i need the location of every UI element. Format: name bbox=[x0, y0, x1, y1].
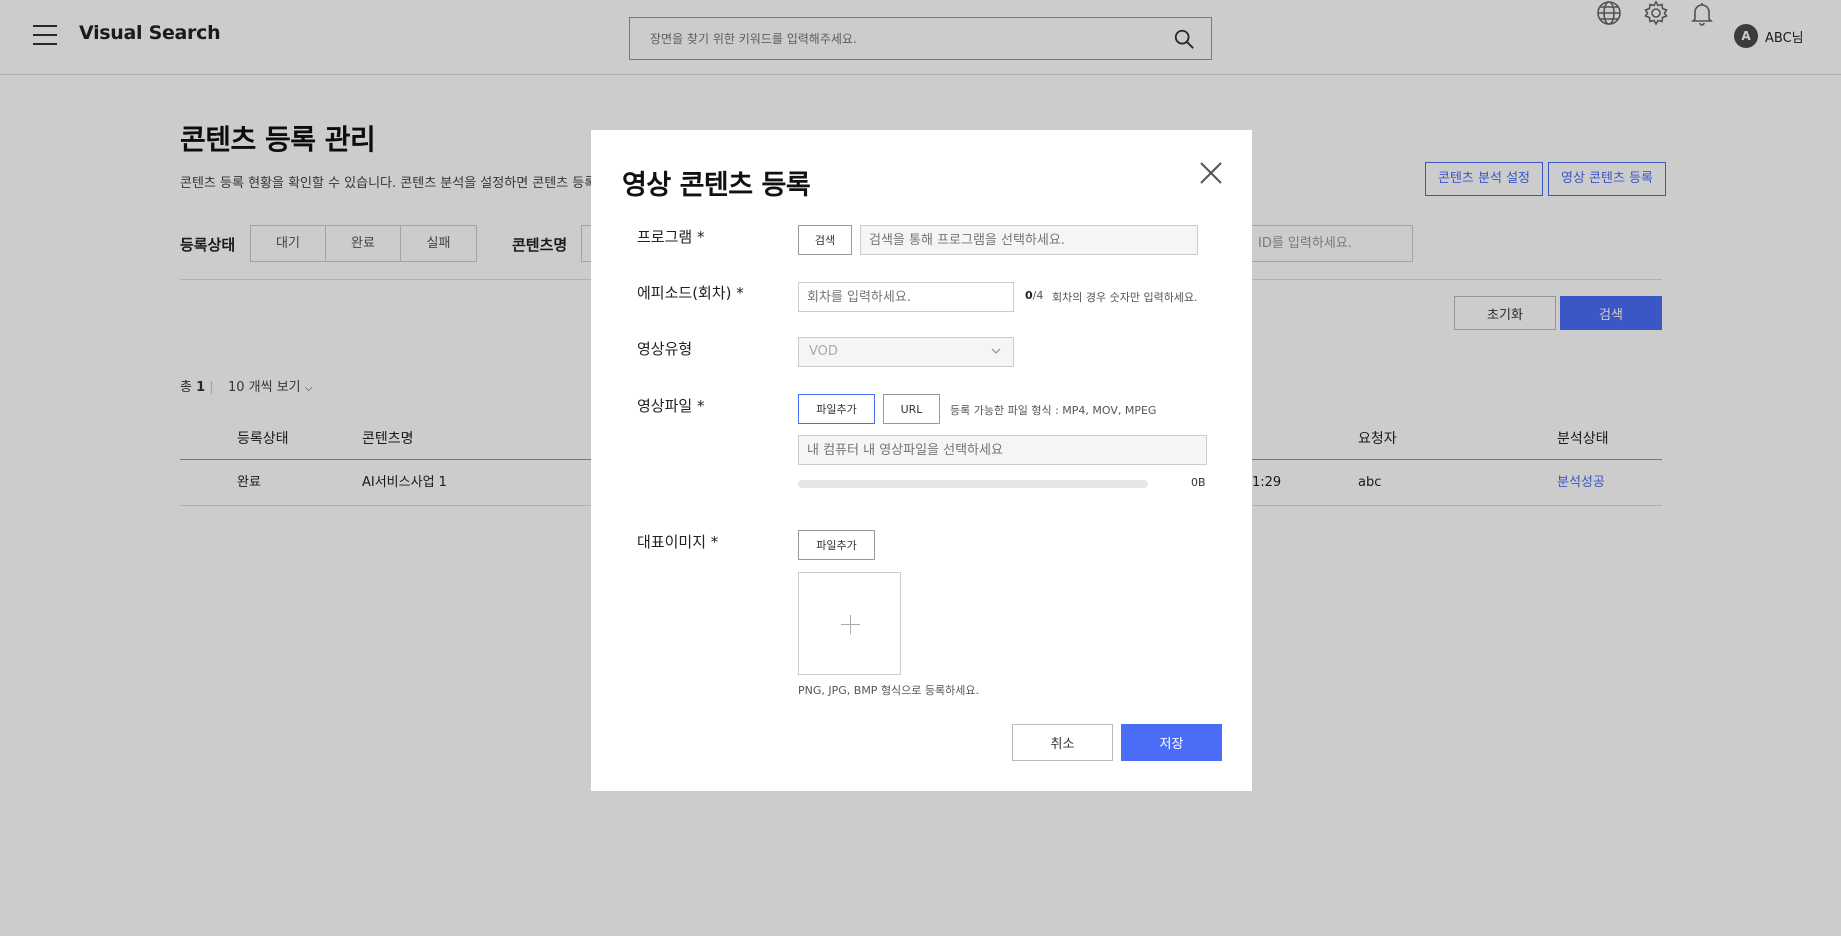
upload-progress-bar bbox=[798, 480, 1148, 488]
chevron-down-icon bbox=[991, 348, 1001, 354]
program-input[interactable] bbox=[860, 225, 1198, 255]
episode-char-counter: 0/4 bbox=[1025, 289, 1043, 302]
program-label: 프로그램 * bbox=[637, 228, 705, 246]
video-type-value: VOD bbox=[809, 344, 838, 359]
thumbnail-label: 대표이미지 * bbox=[637, 533, 719, 551]
register-video-modal: 영상 콘텐츠 등록 프로그램 * 검색 에피소드(회차) * 0/4 회차의 경… bbox=[591, 130, 1252, 791]
save-button[interactable]: 저장 bbox=[1121, 724, 1222, 761]
close-icon[interactable] bbox=[1198, 160, 1224, 186]
modal-title: 영상 콘텐츠 등록 bbox=[622, 170, 811, 201]
episode-hint: 회차의 경우 숫자만 입력하세요. bbox=[1052, 291, 1198, 304]
cancel-button[interactable]: 취소 bbox=[1012, 724, 1113, 761]
video-type-label: 영상유형 bbox=[637, 340, 693, 358]
thumbnail-formats-hint: PNG, JPG, BMP 형식으로 등록하세요. bbox=[798, 684, 980, 697]
episode-count-current: 0 bbox=[1025, 289, 1033, 302]
episode-count-max: /4 bbox=[1032, 289, 1044, 302]
video-url-button[interactable]: URL bbox=[883, 394, 940, 424]
thumbnail-add-file-button[interactable]: 파일추가 bbox=[798, 530, 875, 560]
video-type-select[interactable]: VOD bbox=[798, 337, 1014, 367]
video-file-input[interactable] bbox=[798, 435, 1207, 465]
thumbnail-drop-area[interactable] bbox=[798, 572, 901, 675]
video-file-label: 영상파일 * bbox=[637, 397, 705, 415]
episode-label: 에피소드(회차) * bbox=[637, 284, 744, 302]
program-search-button[interactable]: 검색 bbox=[798, 225, 852, 255]
video-add-file-button[interactable]: 파일추가 bbox=[798, 394, 875, 424]
episode-input[interactable] bbox=[798, 282, 1014, 312]
video-formats-hint: 등록 가능한 파일 형식 : MP4, MOV, MPEG bbox=[950, 404, 1157, 417]
upload-size: 0B bbox=[1191, 476, 1206, 489]
